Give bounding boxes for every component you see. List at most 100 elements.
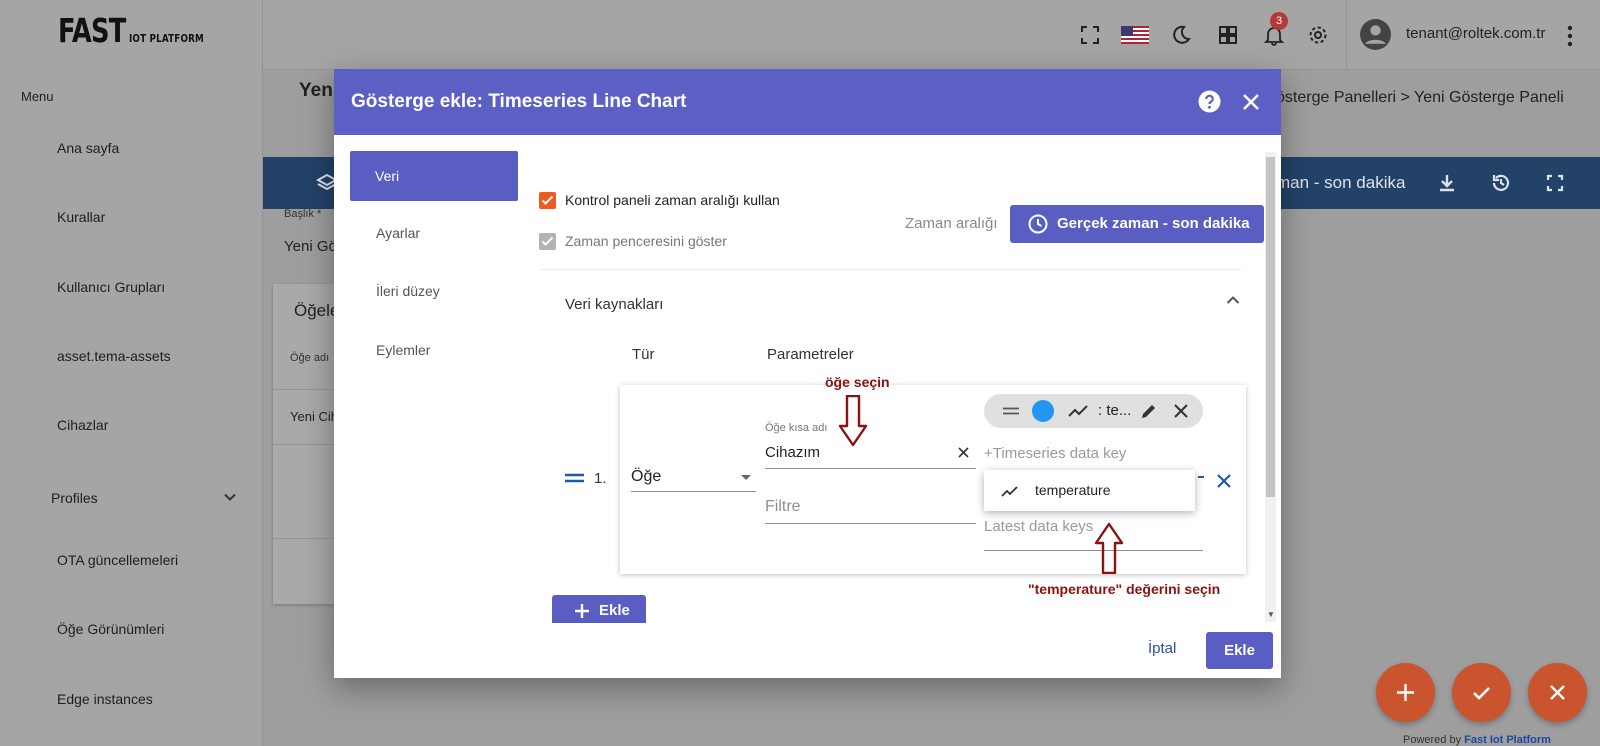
more-vert-icon[interactable] bbox=[1567, 25, 1573, 47]
cancel-fab-button[interactable] bbox=[1528, 663, 1587, 722]
check-icon bbox=[541, 236, 554, 246]
datasource-type-select[interactable]: Öğe bbox=[631, 468, 661, 486]
breadcrumb: österge Panelleri > Yeni Gösterge Paneli bbox=[1276, 89, 1564, 106]
background-title-label: Başlık * bbox=[284, 208, 322, 220]
field-underline-accent bbox=[1198, 476, 1204, 478]
sidebar-item-rules[interactable]: Kurallar bbox=[57, 209, 105, 225]
plus-icon bbox=[1397, 684, 1414, 701]
menu-title: Menu bbox=[21, 89, 54, 104]
background-page-title: Yeni bbox=[299, 80, 339, 101]
tab-actions[interactable]: Eylemler bbox=[350, 325, 518, 375]
account-icon[interactable] bbox=[1359, 18, 1392, 51]
background-card-row: Yeni Cih bbox=[290, 409, 338, 424]
key-color-swatch[interactable] bbox=[1032, 400, 1054, 422]
clock-icon bbox=[1028, 214, 1048, 234]
field-underline bbox=[765, 523, 976, 524]
sidebar-item-assets[interactable]: asset.tema-assets bbox=[57, 348, 171, 364]
time-range-button-label: Gerçek zaman - son dakika bbox=[1057, 215, 1250, 232]
display-timewindow-checkbox[interactable] bbox=[539, 233, 556, 250]
add-datasource-label: Ekle bbox=[599, 602, 630, 619]
apps-icon[interactable] bbox=[1217, 24, 1239, 46]
divider bbox=[273, 538, 343, 539]
close-icon[interactable] bbox=[1242, 93, 1260, 111]
apply-fab-button[interactable] bbox=[1452, 663, 1511, 722]
scroll-down-arrow[interactable]: ▼ bbox=[1267, 610, 1275, 619]
use-dashboard-timewindow-label: Kontrol paneli zaman aralığı kullan bbox=[565, 192, 780, 208]
sidebar-item-profiles[interactable]: Profiles bbox=[51, 490, 98, 506]
entity-input[interactable]: Cihazım bbox=[765, 444, 820, 461]
field-underline bbox=[631, 491, 756, 492]
sidebar-item-user-groups[interactable]: Kullanıcı Grupları bbox=[57, 279, 165, 295]
sidebar-item-ota-updates[interactable]: OTA güncellemeleri bbox=[57, 552, 178, 568]
tab-label: İleri düzey bbox=[376, 283, 440, 299]
history-icon[interactable] bbox=[1490, 172, 1512, 194]
gear-icon[interactable] bbox=[1307, 24, 1329, 46]
close-icon bbox=[1550, 685, 1565, 700]
dropdown-arrow-icon[interactable] bbox=[741, 475, 751, 480]
add-button[interactable]: Ekle bbox=[1206, 632, 1273, 669]
dialog-header: Gösterge ekle: Timeseries Line Chart bbox=[334, 69, 1281, 135]
sidebar-item-home[interactable]: Ana sayfa bbox=[57, 140, 119, 156]
edit-icon[interactable] bbox=[1140, 402, 1158, 420]
add-fab-button[interactable] bbox=[1376, 663, 1435, 722]
background-card-title: Öğele bbox=[294, 301, 340, 320]
annotation-entity-hint: öğe seçin bbox=[825, 374, 890, 390]
tab-advanced[interactable]: İleri düzey bbox=[350, 266, 518, 316]
cancel-button[interactable]: İptal bbox=[1148, 640, 1176, 657]
fullscreen-icon[interactable] bbox=[1544, 172, 1566, 194]
powered-by: Powered by Fast Iot Platform bbox=[1403, 734, 1551, 746]
add-datasource-button[interactable]: Ekle bbox=[552, 595, 646, 623]
latest-key-input[interactable]: Latest data keys bbox=[984, 518, 1093, 535]
toolbar-timewindow[interactable]: man - son dakika bbox=[1276, 173, 1405, 193]
entity-field-label: Öğe kısa adı bbox=[765, 422, 828, 434]
logo-subtext: IOT PLATFORM bbox=[128, 32, 204, 45]
field-underline bbox=[765, 468, 976, 469]
time-range-button[interactable]: Gerçek zaman - son dakika bbox=[1010, 205, 1264, 243]
moon-icon[interactable] bbox=[1170, 24, 1192, 46]
remove-datasource-icon[interactable] bbox=[1216, 473, 1232, 489]
trending-up-icon bbox=[1068, 405, 1088, 417]
column-params-header: Parametreler bbox=[767, 346, 854, 363]
check-icon bbox=[541, 195, 554, 205]
tab-data[interactable]: Veri bbox=[350, 151, 518, 201]
tab-label: Veri bbox=[375, 168, 400, 184]
help-icon[interactable] bbox=[1198, 90, 1221, 113]
drag-handle-icon[interactable] bbox=[565, 473, 584, 483]
divider bbox=[273, 389, 343, 390]
chevron-up-icon[interactable] bbox=[1226, 295, 1240, 305]
clear-icon[interactable] bbox=[958, 447, 969, 458]
us-flag-icon[interactable] bbox=[1121, 24, 1149, 46]
powered-brand-link[interactable]: Fast Iot Platform bbox=[1464, 734, 1551, 746]
notification-badge: 3 bbox=[1270, 12, 1288, 30]
user-email[interactable]: tenant@roltek.com.tr bbox=[1406, 25, 1545, 42]
scrollbar-thumb[interactable] bbox=[1266, 157, 1275, 497]
arrow-up-icon bbox=[1094, 522, 1124, 574]
check-icon bbox=[1473, 687, 1490, 700]
datasources-title[interactable]: Veri kaynakları bbox=[565, 296, 663, 313]
sidebar: FAST IOT PLATFORM Menu Ana sayfa Kuralla… bbox=[0, 0, 263, 746]
topbar bbox=[263, 0, 1600, 70]
divider bbox=[540, 269, 1241, 270]
annotation-key-hint: "temperature" değerini seçin bbox=[1028, 581, 1221, 597]
use-dashboard-timewindow-checkbox[interactable] bbox=[539, 192, 556, 209]
sidebar-item-entity-views[interactable]: Öğe Görünümleri bbox=[57, 621, 164, 637]
sidebar-item-edge-instances[interactable]: Edge instances bbox=[57, 691, 153, 707]
download-icon[interactable] bbox=[1436, 172, 1458, 194]
filter-input[interactable]: Filtre bbox=[765, 498, 801, 516]
tab-settings[interactable]: Ayarlar bbox=[350, 208, 518, 258]
trending-up-icon bbox=[1001, 486, 1018, 497]
chevron-down-icon[interactable] bbox=[224, 491, 236, 503]
powered-prefix: Powered by bbox=[1403, 734, 1462, 746]
logo[interactable]: FAST IOT PLATFORM bbox=[58, 14, 222, 47]
fullscreen-icon[interactable] bbox=[1079, 24, 1101, 46]
sidebar-item-devices[interactable]: Cihazlar bbox=[57, 417, 108, 433]
close-icon[interactable] bbox=[1174, 404, 1188, 418]
timeseries-key-input[interactable]: +Timeseries data key bbox=[984, 445, 1126, 462]
tab-label: Ayarlar bbox=[376, 225, 421, 241]
logo-text: FAST bbox=[58, 11, 126, 50]
drag-handle-icon[interactable] bbox=[1003, 407, 1019, 415]
dropdown-option-temperature[interactable]: temperature bbox=[1035, 482, 1110, 498]
divider bbox=[273, 444, 343, 445]
data-key-chip[interactable]: : te... bbox=[984, 394, 1203, 428]
column-type-header: Tür bbox=[632, 346, 655, 363]
